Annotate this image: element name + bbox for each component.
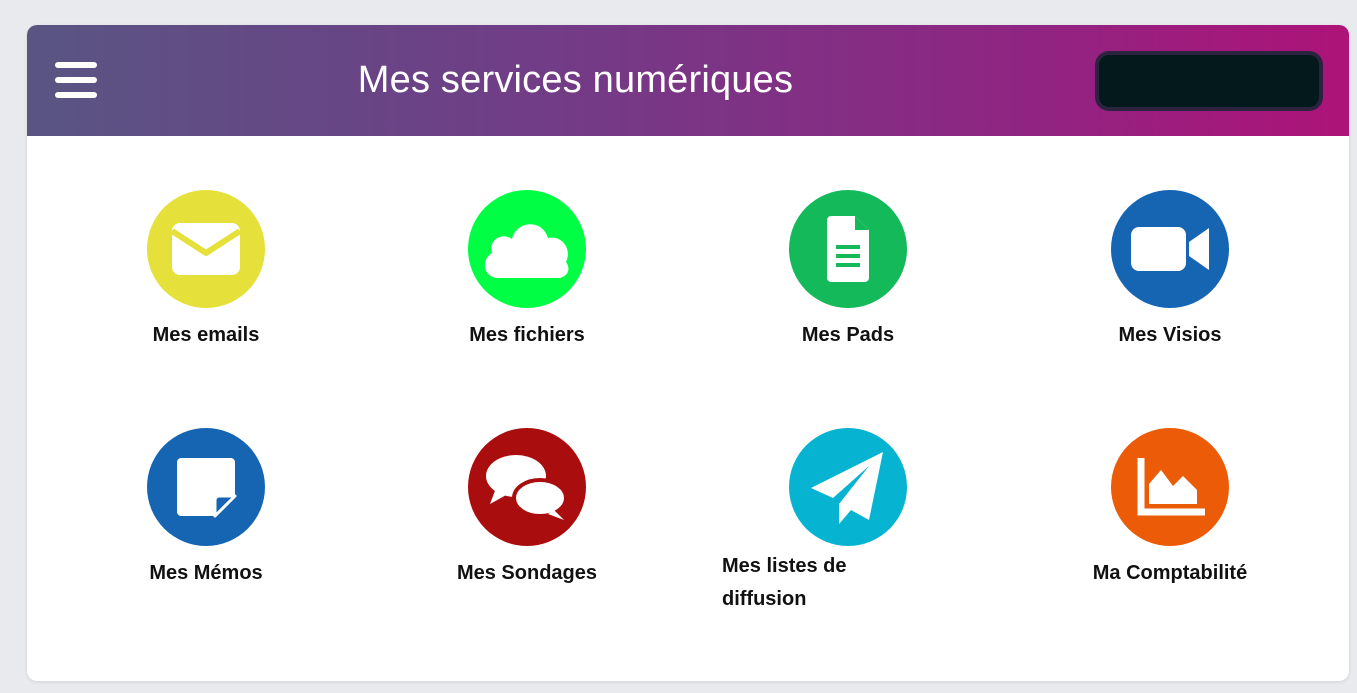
service-tile-visios[interactable]: Mes Visios	[1050, 190, 1290, 370]
document-icon	[789, 190, 907, 308]
service-label: Mes emails	[152, 324, 260, 346]
service-label: Mes Visios	[1118, 324, 1222, 346]
menu-bar	[55, 77, 97, 83]
service-tile-fichiers[interactable]: Mes fichiers	[407, 190, 647, 370]
hamburger-menu-icon[interactable]	[55, 60, 99, 100]
service-tile-emails[interactable]: Mes emails	[86, 190, 326, 370]
service-icon-circle	[468, 428, 586, 546]
page-title: Mes services numériques	[357, 59, 794, 101]
service-icon-circle	[1111, 190, 1229, 308]
user-account-box[interactable]	[1099, 55, 1319, 107]
service-label: Mes listes de diffusion	[722, 555, 847, 610]
cloud-icon	[468, 190, 586, 308]
paper-plane-icon	[789, 428, 907, 546]
speech-bubbles-icon	[468, 428, 586, 546]
service-tile-listes-diffusion[interactable]: Mes listes de diffusion	[722, 428, 968, 628]
service-label: Ma Comptabilité	[1092, 562, 1248, 584]
service-label: Mes fichiers	[469, 324, 585, 346]
service-icon-circle	[789, 190, 907, 308]
service-icon-circle	[147, 428, 265, 546]
service-icon-circle	[147, 190, 265, 308]
service-tile-pads[interactable]: Mes Pads	[728, 190, 968, 370]
area-chart-icon	[1111, 428, 1229, 546]
envelope-icon	[147, 190, 265, 308]
service-label: Mes Pads	[801, 324, 895, 346]
service-icon-circle	[789, 428, 907, 546]
header-bar: Mes services numériques	[27, 25, 1349, 136]
menu-bar	[55, 92, 97, 98]
service-tile-memos[interactable]: Mes Mémos	[86, 428, 326, 628]
services-card: Mes services numériques Mes emails Mes f…	[27, 25, 1349, 681]
service-icon-circle	[468, 190, 586, 308]
menu-bar	[55, 62, 97, 68]
service-label: Mes Sondages	[456, 562, 598, 584]
service-label: Mes Mémos	[149, 562, 263, 584]
service-tile-sondages[interactable]: Mes Sondages	[407, 428, 647, 628]
service-tile-comptabilite[interactable]: Ma Comptabilité	[1050, 428, 1290, 628]
sticky-note-icon	[147, 428, 265, 546]
services-grid: Mes emails Mes fichiers Mes Pads Mes Vis…	[27, 136, 1349, 681]
service-icon-circle	[1111, 428, 1229, 546]
video-camera-icon	[1111, 190, 1229, 308]
